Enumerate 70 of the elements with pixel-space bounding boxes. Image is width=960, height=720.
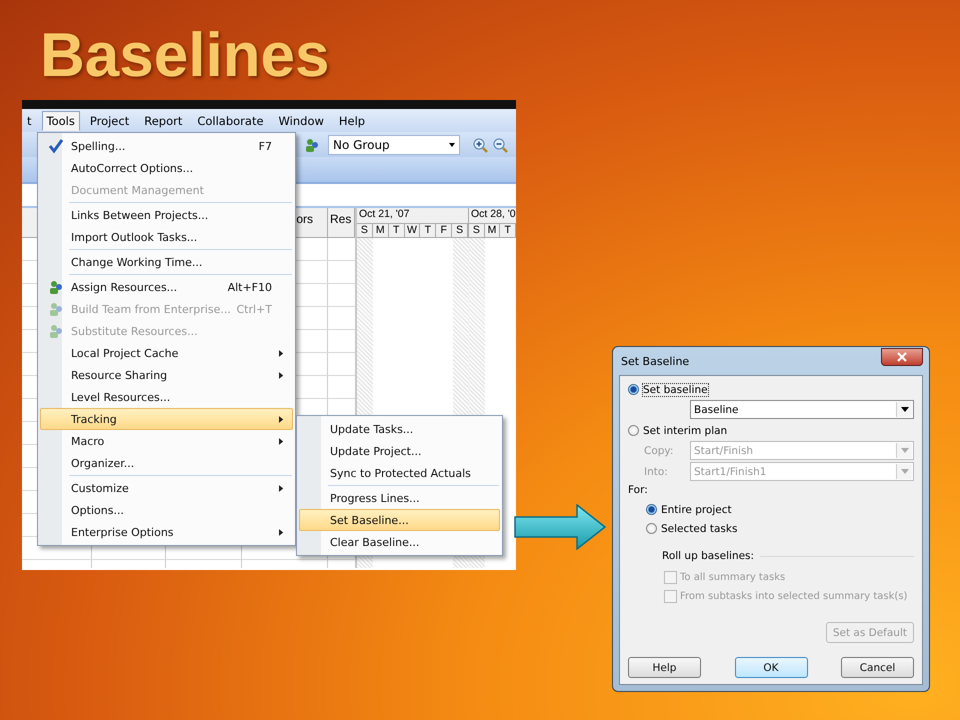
radio-label[interactable]: Set baseline <box>643 384 708 396</box>
people-icon <box>48 279 64 295</box>
menu-item[interactable]: Clear Baseline... <box>299 531 500 553</box>
timescale-day: F <box>436 224 452 238</box>
dropdown-arrow-icon <box>900 448 908 453</box>
dropdown-arrow-icon <box>900 407 908 412</box>
people-icon <box>48 301 64 317</box>
timescale-week: Oct 21, '07 <box>357 208 468 224</box>
submenu-arrow-icon <box>279 372 284 378</box>
timescale-day: T <box>500 224 516 238</box>
submenu-arrow-icon <box>279 528 284 536</box>
close-icon <box>897 352 907 362</box>
menu-item[interactable]: AutoCorrect Options... <box>40 157 293 179</box>
submenu-arrow-icon <box>279 350 284 356</box>
check-mark-icon <box>48 138 64 154</box>
menu-bar-item[interactable]: Project <box>84 110 134 130</box>
radio-label[interactable]: Selected tasks <box>661 522 738 534</box>
field-label: Copy: <box>644 444 674 456</box>
zoom-in-icon[interactable] <box>472 136 488 152</box>
radio-button[interactable] <box>628 425 639 436</box>
menu-item[interactable]: Tracking <box>40 408 293 430</box>
dialog-button[interactable]: Cancel <box>841 657 914 678</box>
menu-item[interactable]: Sync to Protected Actuals <box>299 462 500 484</box>
dropdown-arrow-icon <box>900 469 908 474</box>
radio-label[interactable]: Entire project <box>661 504 732 516</box>
menu-item[interactable]: Level Resources... <box>40 386 293 408</box>
menu-bar-item[interactable]: Report <box>139 110 188 130</box>
menu-item[interactable]: Spelling... F7 <box>40 135 293 157</box>
menu-item[interactable]: Import Outlook Tasks... <box>40 226 293 248</box>
menu-item[interactable]: Enterprise Options <box>40 521 293 543</box>
menu-bar-item[interactable]: Tools <box>42 110 80 130</box>
menu-item[interactable]: Update Tasks... <box>299 418 500 440</box>
submenu-arrow-icon <box>279 416 284 422</box>
menu-item[interactable]: Update Project... <box>299 440 500 462</box>
timescale-day: T <box>420 224 436 238</box>
people-icon <box>48 323 64 339</box>
menu-item[interactable]: Resource Sharing <box>40 364 293 386</box>
timescale-day: M <box>372 224 389 238</box>
slide-title: Baselines <box>39 20 330 92</box>
group-dropdown[interactable]: No Group <box>328 134 460 154</box>
submenu-arrow-icon <box>279 484 284 492</box>
dialog-title: Set Baseline <box>621 354 690 368</box>
section-label: For: <box>628 484 649 498</box>
menu-item[interactable]: Set Baseline... <box>299 509 500 531</box>
radio-button[interactable] <box>646 504 657 515</box>
people-icon[interactable] <box>304 136 320 152</box>
menu-bar-item[interactable]: Help <box>334 110 370 130</box>
timescale-week: Oct 28, '0 <box>469 208 516 224</box>
column-header[interactable]: Res <box>328 208 355 238</box>
timescale-day: M <box>484 224 500 238</box>
menu-bar-item[interactable]: Window <box>274 110 329 130</box>
dialog-button[interactable]: Help <box>628 657 701 678</box>
timescale-day: T <box>388 224 405 238</box>
menu-item[interactable]: Local Project Cache <box>40 342 293 364</box>
zoom-out-icon[interactable] <box>492 136 508 152</box>
menu-bar-item[interactable]: Collaborate <box>192 110 269 130</box>
submenu-arrow-icon <box>279 438 284 444</box>
radio-button[interactable] <box>628 384 639 395</box>
menu-item[interactable]: Organizer... <box>40 452 293 474</box>
baseline-dropdown[interactable]: Baseline <box>690 400 914 419</box>
menu-item[interactable]: Macro <box>40 430 293 452</box>
radio-button[interactable] <box>646 523 657 534</box>
dialog-button[interactable]: OK <box>734 657 808 678</box>
radio-label[interactable]: Set interim plan <box>643 424 728 436</box>
menu-bar-item[interactable]: t <box>22 110 37 130</box>
timescale-day: W <box>404 224 420 238</box>
close-button[interactable] <box>881 348 923 366</box>
menu-item[interactable]: Options... <box>40 499 293 521</box>
section-label: Roll up baselines: <box>662 550 754 562</box>
field-label: Into: <box>644 466 669 478</box>
